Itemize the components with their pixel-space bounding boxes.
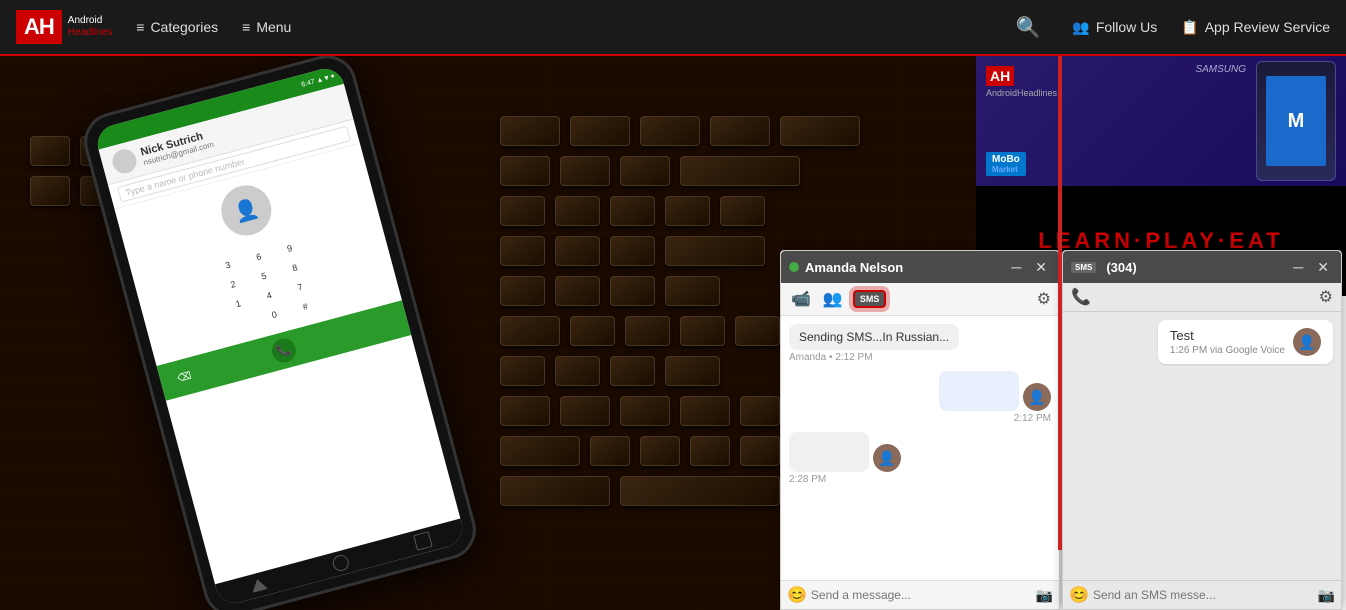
logo-box: AH (16, 10, 62, 44)
sms-messages-area: Test 1:26 PM via Google Voice 👤 (1063, 312, 1341, 580)
chat-avatar-2: 👤 (1023, 383, 1051, 411)
chat-left-header: Amanda Nelson ─ ✕ (781, 251, 1059, 283)
sms-camera-button[interactable]: 📷 (1318, 587, 1335, 604)
sms-input-area: 😊 📷 (1063, 580, 1341, 609)
sms-header-badge: SMS (1071, 262, 1096, 273)
market-icon: M (1288, 110, 1305, 133)
sms-avatar: 👤 (1293, 328, 1321, 356)
chat-settings-icon[interactable]: ⚙ (1037, 289, 1051, 309)
logo[interactable]: AH Android Headlines (16, 10, 112, 44)
sidebar-ad1[interactable]: AH AndroidHeadlines SAMSUNG M MoBo Marke… (976, 56, 1346, 186)
clipboard-icon: 📋 (1181, 19, 1198, 36)
video-call-icon[interactable]: 📹 (789, 287, 813, 311)
sms-gear-icon[interactable]: ⚙ (1319, 287, 1333, 307)
phone-back-btn (250, 577, 269, 593)
chat-status-indicator (789, 262, 799, 272)
sms-msg-time: 1:26 PM via Google Voice (1170, 345, 1285, 356)
phone-avatar: 👤 (216, 180, 277, 241)
sms-message-1: Test 1:26 PM via Google Voice 👤 (1158, 320, 1333, 364)
people-icon: 👥 (1072, 19, 1089, 36)
emoji-button[interactable]: 😊 (787, 585, 807, 605)
chat-avatar-3: 👤 (873, 444, 901, 472)
header: AH Android Headlines ≡ Categories ≡ Menu… (0, 0, 1346, 56)
chat-left-toolbar: 📹 👥 SMS ⚙ (781, 283, 1059, 316)
chat-input-field[interactable] (811, 588, 1032, 602)
phone-home-btn (331, 553, 351, 573)
chat-right-header: SMS (304) ─ ✕ (1063, 251, 1341, 283)
chat-message-2: 👤 2:12 PM (939, 371, 1051, 424)
chat-bubble-2 (939, 371, 1019, 411)
market-screen: M (1266, 76, 1326, 166)
sms-minimize-button[interactable]: ─ (1289, 258, 1307, 276)
app-review-nav[interactable]: 📋 App Review Service (1181, 19, 1330, 36)
mobo-badge: MoBo Market (986, 152, 1026, 176)
main-content: 6:47 ▲▼✦ Nick Sutrich nsutrich@gmail.com (0, 56, 1346, 610)
scroll-divider (1058, 56, 1062, 550)
chat-time-1: Amanda • 2:12 PM (789, 352, 959, 363)
sms-phone-number: (304) (1106, 260, 1283, 275)
chat-close-button[interactable]: ✕ (1031, 258, 1051, 276)
chat-right-toolbar: 📞 ⚙ (1063, 283, 1341, 312)
logo-subtext: Android Headlines (68, 15, 112, 39)
phone-recent-btn (413, 531, 433, 551)
phone-delete-btn: ⌫ (170, 362, 199, 391)
sms-close-button[interactable]: ✕ (1313, 258, 1333, 276)
add-person-icon[interactable]: 👥 (821, 287, 845, 311)
hamburger-icon: ≡ (136, 19, 144, 35)
samsung-badge: SAMSUNG (1195, 64, 1246, 75)
sms-input-field[interactable] (1093, 588, 1314, 602)
chat-bubble-1: Sending SMS...In Russian... (789, 324, 959, 350)
ah-logo-small: AH AndroidHeadlines (986, 66, 1057, 98)
hamburger-icon-2: ≡ (242, 19, 250, 35)
chat-input-area: 😊 📷 (781, 580, 1059, 609)
sms-msg-text: Test (1170, 328, 1285, 343)
mobo-market-label: Market (992, 165, 1020, 174)
sms-badge-button[interactable]: SMS (853, 290, 887, 308)
chat-messages-area: Sending SMS...In Russian... Amanda • 2:1… (781, 316, 1059, 580)
chat-title: Amanda Nelson (805, 260, 1001, 275)
sms-phone-icon[interactable]: 📞 (1071, 287, 1091, 307)
categories-nav[interactable]: ≡ Categories (136, 19, 218, 35)
chat-message-1: Sending SMS...In Russian... Amanda • 2:1… (789, 324, 959, 363)
sms-emoji-button[interactable]: 😊 (1069, 585, 1089, 605)
phone-img-sidebar: M (1256, 61, 1336, 181)
mobo-logo: MoBo (992, 154, 1020, 165)
phone-end-btn (369, 309, 398, 338)
menu-nav[interactable]: ≡ Menu (242, 19, 291, 35)
chat-minimize-button[interactable]: ─ (1007, 258, 1025, 276)
chat-message-3: 👤 2:28 PM (789, 432, 901, 485)
chat-window-amanda: Amanda Nelson ─ ✕ 📹 👥 SMS ⚙ Sending SMS.… (780, 250, 1060, 610)
chat-bubble-3 (789, 432, 869, 472)
chat-time-2: 2:12 PM (939, 413, 1051, 424)
follow-us-nav[interactable]: 👥 Follow Us (1072, 19, 1157, 36)
search-button[interactable]: 🔍 (1007, 11, 1048, 44)
camera-button[interactable]: 📷 (1036, 587, 1053, 604)
phone-call-btn[interactable]: 📞 (269, 336, 298, 365)
chat-window-sms: SMS (304) ─ ✕ 📞 ⚙ Test 1:26 PM via Googl… (1062, 250, 1342, 610)
chat-time-3: 2:28 PM (789, 474, 901, 485)
